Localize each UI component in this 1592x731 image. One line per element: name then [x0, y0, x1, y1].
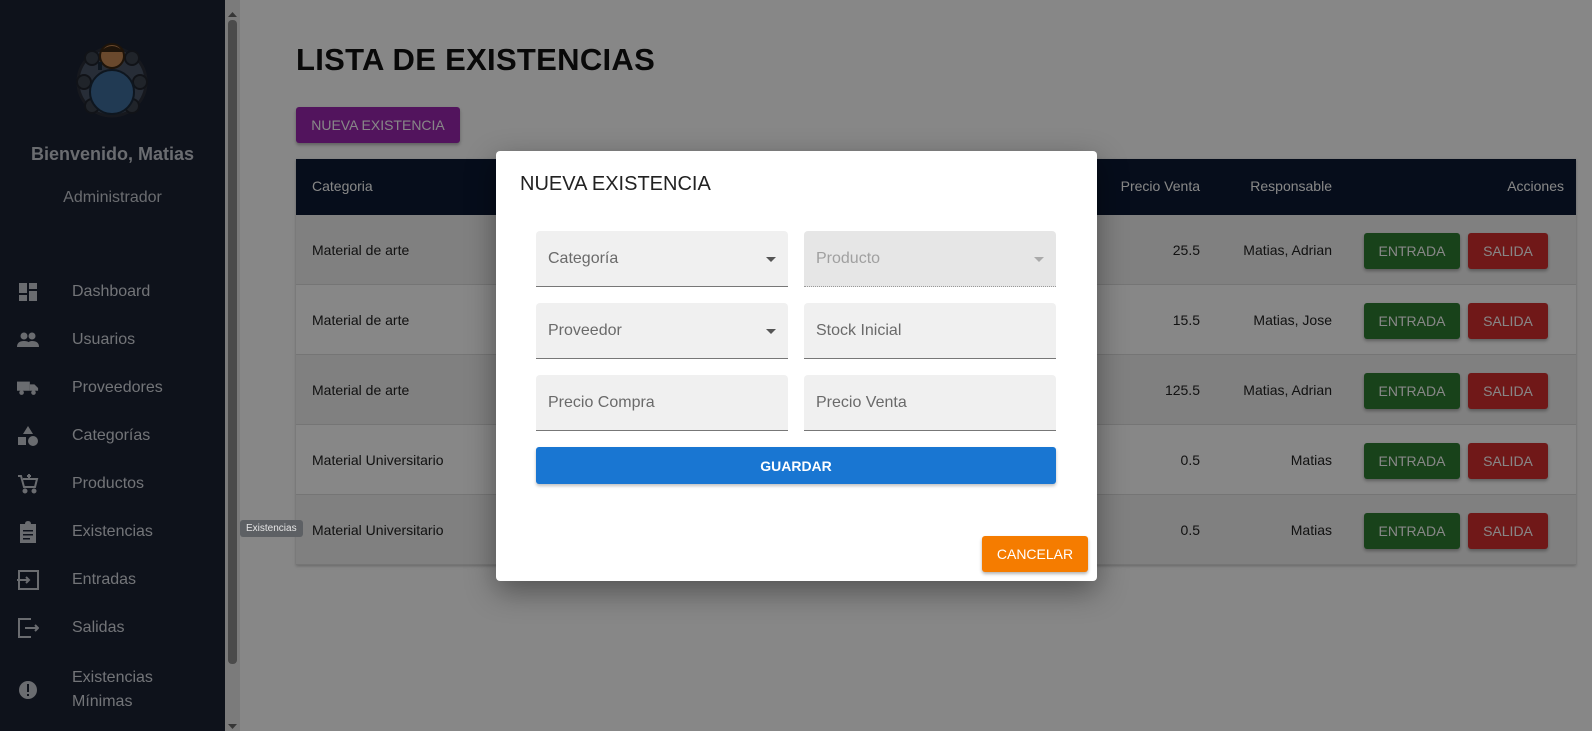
new-stock-dialog: NUEVA EXISTENCIA Categoría Producto Prov…	[496, 151, 1097, 581]
chevron-down-icon	[1034, 257, 1044, 262]
precio-venta-field[interactable]: Precio Venta	[804, 375, 1056, 431]
precio-compra-label: Precio Compra	[548, 394, 655, 411]
stock-inicial-field[interactable]: Stock Inicial	[804, 303, 1056, 359]
proveedor-select[interactable]: Proveedor	[536, 303, 788, 359]
chevron-down-icon	[766, 257, 776, 262]
precio-venta-label: Precio Venta	[816, 394, 907, 411]
chevron-down-icon	[766, 329, 776, 334]
proveedor-label: Proveedor	[548, 322, 622, 339]
categoria-select[interactable]: Categoría	[536, 231, 788, 287]
producto-label: Producto	[816, 250, 881, 267]
stock-inicial-label: Stock Inicial	[816, 322, 902, 339]
save-button[interactable]: GUARDAR	[536, 447, 1056, 484]
categoria-label: Categoría	[548, 250, 619, 267]
cancel-button[interactable]: CANCELAR	[982, 536, 1088, 572]
sidebar-tooltip: Existencias	[240, 520, 303, 537]
producto-select: Producto	[804, 231, 1056, 287]
dialog-title: NUEVA EXISTENCIA	[520, 173, 711, 195]
precio-compra-field[interactable]: Precio Compra	[536, 375, 788, 431]
